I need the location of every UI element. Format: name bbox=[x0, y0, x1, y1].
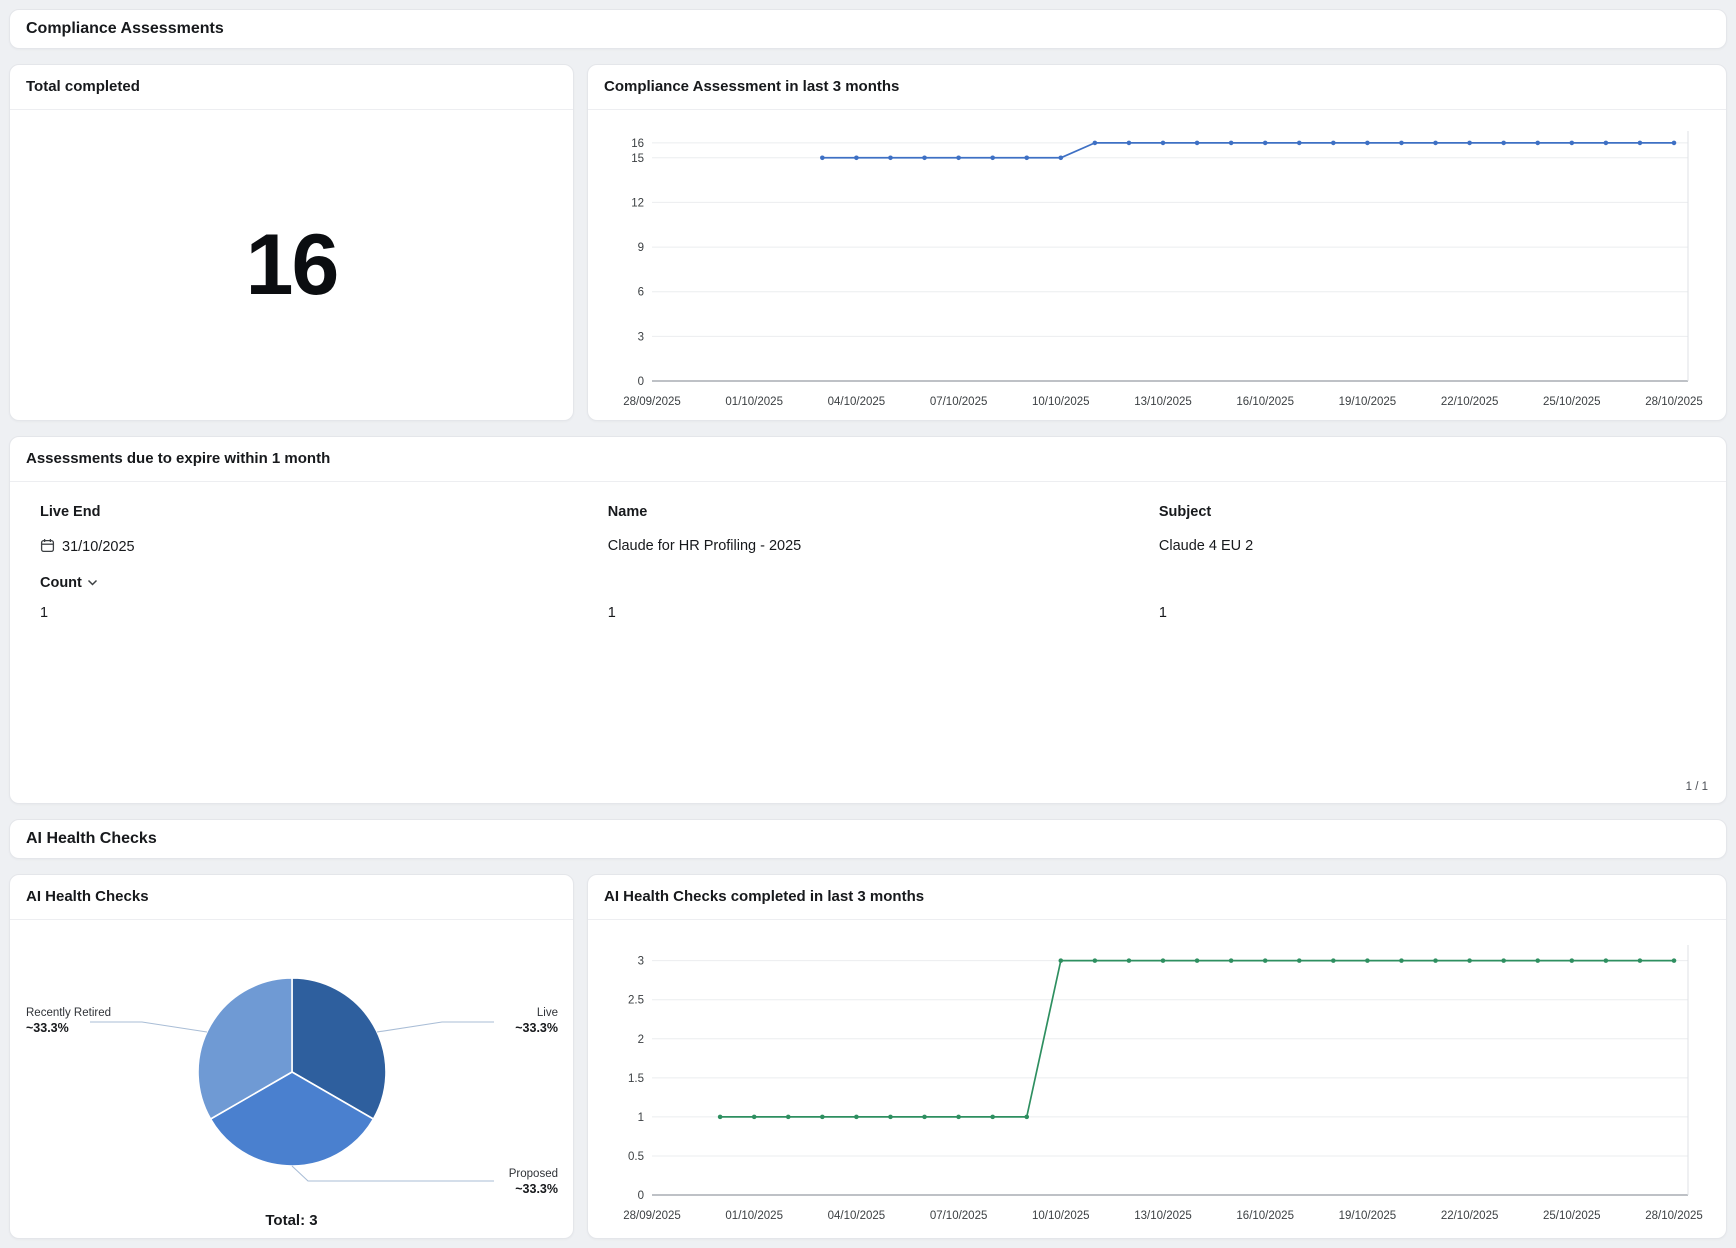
svg-text:16: 16 bbox=[631, 138, 644, 150]
count-label: Count bbox=[40, 575, 82, 591]
compliance-cards-row: Total completed 16 Compliance Assessment… bbox=[9, 64, 1727, 421]
svg-text:3: 3 bbox=[638, 331, 644, 343]
dashboard: Compliance Assessments Total completed 1… bbox=[0, 0, 1736, 1248]
count-control[interactable]: Count bbox=[40, 575, 608, 591]
svg-text:07/10/2025: 07/10/2025 bbox=[930, 396, 988, 408]
svg-text:~33.3%: ~33.3% bbox=[515, 1021, 558, 1035]
live-end-cell: 31/10/2025 bbox=[40, 536, 608, 557]
svg-text:28/09/2025: 28/09/2025 bbox=[623, 1210, 681, 1222]
svg-text:1: 1 bbox=[638, 1112, 644, 1124]
section-header-ai-health: AI Health Checks bbox=[9, 819, 1727, 859]
svg-text:13/10/2025: 13/10/2025 bbox=[1134, 396, 1192, 408]
svg-text:28/09/2025: 28/09/2025 bbox=[623, 396, 681, 408]
table-header-row: Live End Name Subject bbox=[10, 494, 1726, 536]
svg-text:0.5: 0.5 bbox=[628, 1151, 644, 1163]
svg-text:04/10/2025: 04/10/2025 bbox=[828, 396, 886, 408]
subject-value: Claude 4 EU 2 bbox=[1158, 538, 1254, 554]
live-end-value: 31/10/2025 bbox=[62, 539, 135, 555]
svg-text:25/10/2025: 25/10/2025 bbox=[1543, 1210, 1601, 1222]
ai-health-pie-title: AI Health Checks bbox=[10, 875, 573, 920]
total-completed-value: 16 bbox=[245, 216, 340, 313]
svg-text:22/10/2025: 22/10/2025 bbox=[1441, 396, 1499, 408]
ai-health-chart-title: AI Health Checks completed in last 3 mon… bbox=[588, 875, 1726, 920]
ai-health-pie-area: Live ~33.3% Proposed ~33.3% Recently Retired… bbox=[10, 920, 573, 1238]
compliance-chart-card: Compliance Assessment in last 3 months 0… bbox=[587, 64, 1727, 421]
compliance-line-chart: 0 3 6 9 12 15 16 28/09/2025 01/10/2025 04/10/2025… bbox=[623, 131, 1703, 408]
svg-text:28/10/2025: 28/10/2025 bbox=[1645, 1210, 1703, 1222]
count-value-name: 1 bbox=[607, 605, 616, 621]
pie-total-label: Total: 3 bbox=[265, 1212, 318, 1229]
svg-text:01/10/2025: 01/10/2025 bbox=[725, 1210, 783, 1222]
count-value-live-end: 1 bbox=[40, 605, 49, 621]
expiring-assessments-card: Assessments due to expire within 1 month… bbox=[9, 436, 1727, 804]
svg-text:~33.3%: ~33.3% bbox=[515, 1182, 558, 1196]
svg-text:07/10/2025: 07/10/2025 bbox=[930, 1210, 988, 1222]
svg-text:16/10/2025: 16/10/2025 bbox=[1236, 396, 1294, 408]
svg-text:3: 3 bbox=[638, 956, 644, 968]
svg-text:0: 0 bbox=[638, 1190, 644, 1202]
ai-health-pie-chart: Live ~33.3% Proposed ~33.3% Recently Retired… bbox=[26, 977, 558, 1196]
svg-text:28/10/2025: 28/10/2025 bbox=[1645, 396, 1703, 408]
name-value: Claude for HR Profiling - 2025 bbox=[607, 538, 802, 554]
svg-text:Recently Retired: Recently Retired bbox=[26, 1007, 111, 1019]
svg-text:22/10/2025: 22/10/2025 bbox=[1441, 1210, 1499, 1222]
svg-text:19/10/2025: 19/10/2025 bbox=[1339, 1210, 1397, 1222]
expiring-assessments-table: Live End Name Subject 31/10/2025 Claude … bbox=[10, 482, 1726, 803]
svg-text:25/10/2025: 25/10/2025 bbox=[1543, 396, 1601, 408]
compliance-chart-title: Compliance Assessment in last 3 months bbox=[588, 65, 1726, 110]
ai-health-pie-card: AI Health Checks Live ~33.3% Proposed ~33.3… bbox=[9, 874, 574, 1239]
col-header-subject: Subject bbox=[1158, 504, 1212, 520]
svg-text:13/10/2025: 13/10/2025 bbox=[1134, 1210, 1192, 1222]
svg-text:0: 0 bbox=[638, 376, 644, 388]
calendar-icon bbox=[40, 539, 55, 553]
ai-health-chart-card: AI Health Checks completed in last 3 mon… bbox=[587, 874, 1727, 1239]
ai-health-line-chart: 0 0.5 1 1.5 2 2.5 3 28/09/2025 01/10/2025 04/10/2… bbox=[623, 945, 1703, 1222]
svg-text:2: 2 bbox=[638, 1034, 644, 1046]
svg-text:16/10/2025: 16/10/2025 bbox=[1236, 1210, 1294, 1222]
count-header-row: Count bbox=[10, 575, 1726, 591]
svg-text:9: 9 bbox=[638, 242, 644, 254]
count-values-row: 1 1 1 bbox=[10, 603, 1726, 623]
svg-text:2.5: 2.5 bbox=[628, 995, 644, 1007]
svg-text:04/10/2025: 04/10/2025 bbox=[828, 1210, 886, 1222]
svg-text:1.5: 1.5 bbox=[628, 1073, 644, 1085]
table-row[interactable]: 31/10/2025 Claude for HR Profiling - 202… bbox=[10, 536, 1726, 557]
section-title-ai-health: AI Health Checks bbox=[26, 830, 157, 847]
svg-text:Live: Live bbox=[536, 1007, 557, 1019]
section-header-compliance: Compliance Assessments bbox=[9, 9, 1727, 49]
svg-text:19/10/2025: 19/10/2025 bbox=[1339, 396, 1397, 408]
col-header-live-end: Live End bbox=[40, 504, 101, 520]
svg-text:6: 6 bbox=[638, 287, 644, 299]
count-value-subject: 1 bbox=[1158, 605, 1167, 621]
svg-text:15: 15 bbox=[631, 153, 644, 165]
pagination: 1 / 1 bbox=[1685, 781, 1708, 793]
svg-text:Proposed: Proposed bbox=[508, 1168, 557, 1180]
svg-text:10/10/2025: 10/10/2025 bbox=[1032, 396, 1090, 408]
svg-text:~33.3%: ~33.3% bbox=[26, 1021, 69, 1035]
expiring-assessments-title: Assessments due to expire within 1 month bbox=[10, 437, 1726, 482]
ai-health-chart-area: 0 0.5 1 1.5 2 2.5 3 28/09/2025 01/10/2025 04/10/2… bbox=[588, 920, 1726, 1238]
svg-text:01/10/2025: 01/10/2025 bbox=[725, 396, 783, 408]
total-completed-title: Total completed bbox=[10, 65, 573, 110]
ai-health-cards-row: AI Health Checks Live ~33.3% Proposed ~33.3… bbox=[9, 874, 1727, 1239]
compliance-chart-area: 0 3 6 9 12 15 16 28/09/2025 01/10/2025 04/10/2025… bbox=[588, 110, 1726, 420]
svg-text:10/10/2025: 10/10/2025 bbox=[1032, 1210, 1090, 1222]
chevron-down-icon bbox=[87, 579, 97, 586]
svg-text:12: 12 bbox=[631, 197, 644, 209]
section-title-compliance: Compliance Assessments bbox=[26, 20, 224, 37]
col-header-name: Name bbox=[607, 504, 648, 520]
total-completed-card: Total completed 16 bbox=[9, 64, 574, 421]
